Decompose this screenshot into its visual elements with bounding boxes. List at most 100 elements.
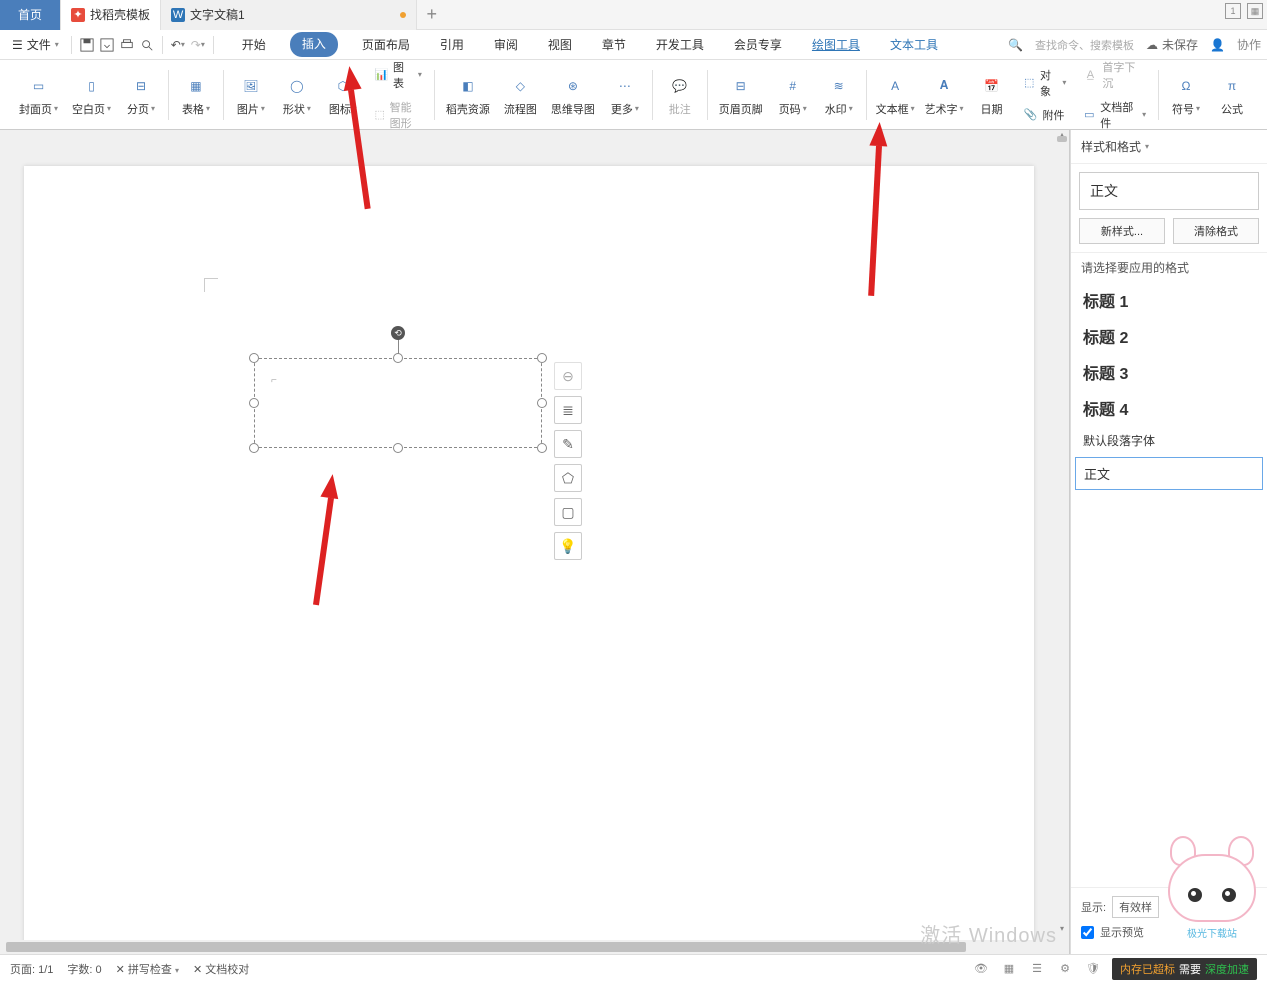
flowchart-button[interactable]: ◇流程图 — [501, 71, 540, 119]
mascot-character[interactable]: 极光下载站 — [1162, 842, 1262, 942]
style-heading1[interactable]: 标题 1 — [1071, 282, 1267, 318]
picture-button[interactable]: 🖼图片▾ — [232, 71, 270, 119]
docparts-button[interactable]: ▭文档部件▾ — [1078, 97, 1150, 133]
textbox-button[interactable]: A文本框▾ — [875, 71, 916, 119]
dropcap-button[interactable]: A̲首字下沉 — [1078, 57, 1150, 93]
undo-icon[interactable]: ↶▾ — [169, 36, 187, 54]
mindmap-button[interactable]: ⊛思维导图 — [548, 71, 598, 119]
word-count[interactable]: 字数: 0 — [67, 961, 101, 977]
float-fill-button[interactable]: ⬠ — [554, 464, 582, 492]
settings-icon[interactable]: ⚙ — [1056, 960, 1074, 978]
blank-page-button[interactable]: ▯空白页▾ — [69, 71, 114, 119]
style-body[interactable]: 正文 — [1075, 457, 1263, 490]
equation-button[interactable]: π公式 — [1213, 71, 1251, 119]
tab-drawing-tools[interactable]: 绘图工具 — [806, 32, 866, 57]
resize-handle-se[interactable] — [537, 443, 547, 453]
tab-pagelayout[interactable]: 页面布局 — [356, 32, 416, 57]
resize-handle-sw[interactable] — [249, 443, 259, 453]
watermark-button[interactable]: ≋水印▾ — [820, 71, 858, 119]
style-heading4[interactable]: 标题 4 — [1071, 390, 1267, 426]
unsaved-indicator[interactable]: ☁ 未保存 — [1146, 36, 1198, 53]
print-preview-icon[interactable] — [138, 36, 156, 54]
page-indicator[interactable]: 页面: 1/1 — [10, 961, 53, 977]
style-heading3[interactable]: 标题 3 — [1071, 354, 1267, 390]
tab-reference[interactable]: 引用 — [434, 32, 470, 57]
shape-button[interactable]: ◯形状▾ — [278, 71, 316, 119]
memory-warning[interactable]: 内存已超标 需要 深度加速 — [1112, 958, 1257, 980]
redo-icon[interactable]: ↷▾ — [189, 36, 207, 54]
textbox-selection[interactable]: ⟲ ⌐ — [254, 358, 542, 448]
float-border-button[interactable]: ▢ — [554, 498, 582, 526]
window-layout-icon[interactable]: 1 — [1225, 3, 1241, 19]
doc-resource-button[interactable]: ◧稻壳资源 — [443, 71, 493, 119]
save-icon[interactable] — [78, 36, 96, 54]
tab-text-tools[interactable]: 文本工具 — [884, 32, 944, 57]
eye-icon[interactable]: 👁 — [972, 960, 990, 978]
float-idea-button[interactable]: 💡 — [554, 532, 582, 560]
float-edit-button[interactable]: ✎ — [554, 430, 582, 458]
scroll-down-icon[interactable]: ▾ — [1057, 924, 1067, 934]
tab-member[interactable]: 会员专享 — [728, 32, 788, 57]
resize-handle-e[interactable] — [537, 398, 547, 408]
resize-handle-n[interactable] — [393, 353, 403, 363]
tab-devtools[interactable]: 开发工具 — [650, 32, 710, 57]
print-icon[interactable] — [118, 36, 136, 54]
save-as-icon[interactable] — [98, 36, 116, 54]
collab-icon[interactable]: 👤 — [1210, 38, 1225, 52]
window-grid-icon[interactable]: ▦ — [1247, 3, 1263, 19]
vertical-scrollbar[interactable]: ▴ ▾ — [1055, 130, 1069, 954]
style-default-font[interactable]: 默认段落字体 — [1071, 426, 1267, 455]
tab-review[interactable]: 审阅 — [488, 32, 524, 57]
horizontal-scrollbar[interactable] — [0, 940, 1055, 954]
cover-page-button[interactable]: ▭封面页▾ — [16, 71, 61, 119]
attachment-button[interactable]: 📎附件 — [1019, 105, 1071, 125]
tab-insert[interactable]: 插入 — [290, 32, 338, 57]
resize-handle-ne[interactable] — [537, 353, 547, 363]
dropcap-icon: A̲ — [1082, 67, 1098, 83]
tab-view[interactable]: 视图 — [542, 32, 578, 57]
tab-template[interactable]: ✦ 找稻壳模板 — [61, 0, 161, 30]
spell-check[interactable]: ✕ 拼写检查 ▾ — [116, 961, 179, 977]
panel-header[interactable]: 样式和格式 ▾ — [1071, 130, 1267, 164]
table-button[interactable]: ▦表格▾ — [177, 71, 215, 119]
document-proof[interactable]: ✕ 文档校对 — [193, 961, 249, 977]
rotation-handle[interactable]: ⟲ — [391, 326, 405, 340]
selection-border[interactable]: ⌐ — [254, 358, 542, 448]
tab-start[interactable]: 开始 — [236, 32, 272, 57]
clear-format-button[interactable]: 清除格式 — [1173, 218, 1259, 244]
scroll-thumb-h[interactable] — [6, 942, 966, 952]
more-button[interactable]: ⋯更多▾ — [606, 71, 644, 119]
header-footer-button[interactable]: ⊟页眉页脚 — [716, 71, 766, 119]
wordart-button[interactable]: 𝐀艺术字▾ — [924, 71, 965, 119]
tab-home[interactable]: 首页 — [0, 0, 61, 30]
current-style-box[interactable]: 正文 — [1079, 172, 1259, 210]
scroll-thumb[interactable] — [1057, 136, 1067, 142]
resize-handle-s[interactable] — [393, 443, 403, 453]
resize-handle-nw[interactable] — [249, 353, 259, 363]
preview-checkbox[interactable] — [1081, 926, 1094, 939]
page-number-button[interactable]: #页码▾ — [774, 71, 812, 119]
tab-document[interactable]: W 文字文稿1 — [161, 0, 417, 30]
outline-view-icon[interactable]: ☰ — [1028, 960, 1046, 978]
show-select[interactable]: 有效样 — [1112, 896, 1159, 918]
new-tab-button[interactable]: + — [417, 4, 447, 25]
symbol-button[interactable]: Ω符号▾ — [1167, 71, 1205, 119]
search-placeholder[interactable]: 查找命令、搜索模板 — [1035, 37, 1134, 53]
smartart-button[interactable]: ⬚智能图形 — [370, 97, 426, 133]
resize-handle-w[interactable] — [249, 398, 259, 408]
style-heading2[interactable]: 标题 2 — [1071, 318, 1267, 354]
shield-icon[interactable]: 🛡 — [1084, 960, 1102, 978]
date-button[interactable]: 📅日期 — [973, 71, 1011, 119]
chart-button[interactable]: 📊图表▾ — [370, 57, 426, 93]
new-style-button[interactable]: 新样式... — [1079, 218, 1165, 244]
float-layout-button[interactable]: ≣ — [554, 396, 582, 424]
float-collapse-button[interactable]: ⊖ — [554, 362, 582, 390]
comment-button[interactable]: 💬批注 — [661, 71, 699, 119]
tab-chapter[interactable]: 章节 — [596, 32, 632, 57]
search-icon[interactable]: 🔍 — [1008, 38, 1023, 52]
layout-view-icon[interactable]: ▦ — [1000, 960, 1018, 978]
object-button[interactable]: ⬚对象▾ — [1019, 65, 1071, 101]
page-break-button[interactable]: ⊟分页▾ — [122, 71, 160, 119]
file-menu[interactable]: ☰ 文件 ▾ — [6, 34, 65, 55]
document-canvas[interactable]: ⟲ ⌐ ⊖ ≣ ✎ ⬠ ▢ 💡 — [0, 130, 1070, 954]
